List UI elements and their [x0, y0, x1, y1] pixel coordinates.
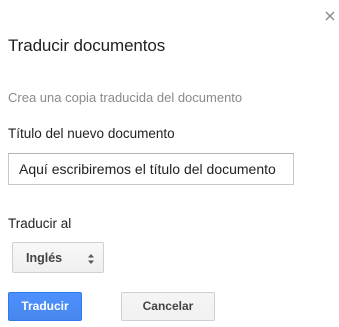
target-language-select[interactable]: Inglés: [12, 242, 104, 273]
translate-button[interactable]: Traducir: [8, 292, 82, 321]
target-language-value: Inglés: [26, 251, 63, 265]
target-language-label: Traducir al: [8, 216, 72, 231]
up-down-arrows-icon: [87, 252, 95, 264]
dialog-title: Traducir documentos: [8, 36, 166, 55]
document-title-label: Título del nuevo documento: [8, 126, 175, 141]
cancel-button[interactable]: Cancelar: [121, 292, 215, 321]
document-title-input[interactable]: [8, 153, 294, 185]
translate-documents-dialog: Traducir documentos Crea una copia tradu…: [0, 0, 339, 327]
close-icon[interactable]: [323, 9, 337, 23]
dialog-subtitle: Crea una copia traducida del documento: [8, 90, 243, 105]
